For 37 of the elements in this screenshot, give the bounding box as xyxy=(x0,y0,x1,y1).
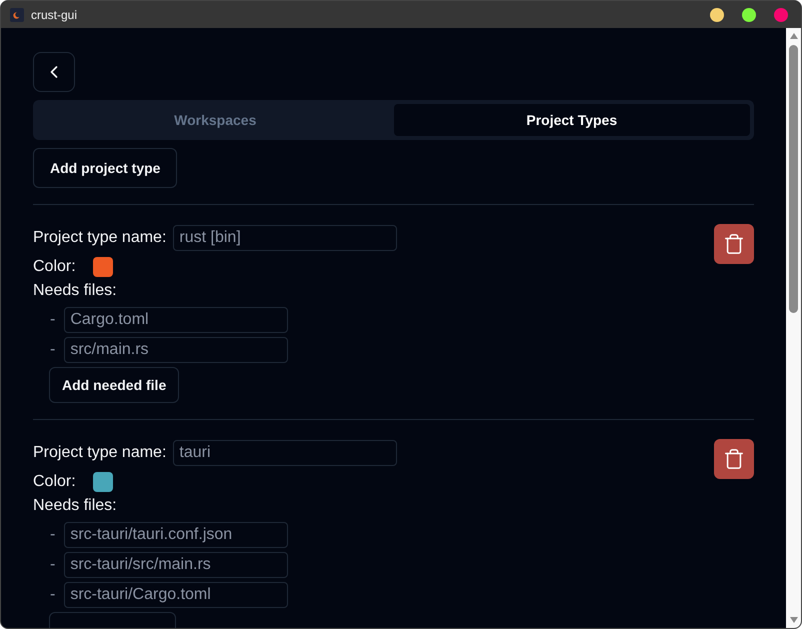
field-label: Project type name: xyxy=(33,228,166,248)
scroll-up-icon[interactable] xyxy=(790,33,798,39)
list-bullet: - xyxy=(50,310,56,330)
add-needed-file-button[interactable]: Add needed file xyxy=(49,367,180,403)
scrollbar[interactable] xyxy=(786,28,801,628)
list-bullet: - xyxy=(50,585,56,605)
trash-icon xyxy=(723,448,745,470)
add-project-type-button[interactable]: Add project type xyxy=(33,148,178,188)
list-bullet: - xyxy=(50,340,56,360)
list-bullet: - xyxy=(50,525,56,545)
field-label: Color: xyxy=(33,257,76,277)
delete-button[interactable] xyxy=(714,439,754,479)
name-input[interactable]: tauri xyxy=(173,440,398,466)
maximize-button[interactable] xyxy=(742,8,756,22)
tab[interactable]: Project Types xyxy=(394,104,750,136)
window-title: crust-gui xyxy=(31,6,78,24)
file-input[interactable]: src-tauri/src/main.rs xyxy=(64,552,288,578)
name-input[interactable]: rust [bin] xyxy=(173,225,398,251)
close-button[interactable] xyxy=(774,8,788,22)
tab[interactable]: Workspaces xyxy=(37,104,394,136)
file-input[interactable]: src-tauri/tauri.conf.json xyxy=(64,522,288,548)
color-swatch[interactable] xyxy=(92,257,113,277)
file-input[interactable]: src/main.rs xyxy=(64,337,288,363)
delete-button[interactable] xyxy=(714,224,754,264)
color-swatch[interactable] xyxy=(92,472,113,492)
scrollbar-thumb[interactable] xyxy=(789,45,798,313)
field-label: Project type name: xyxy=(33,443,166,463)
scroll-down-icon[interactable] xyxy=(790,617,798,623)
list-bullet: - xyxy=(50,555,56,575)
trash-icon xyxy=(723,233,745,255)
minimize-button[interactable] xyxy=(710,8,724,22)
app-logo-icon xyxy=(10,8,24,22)
file-input[interactable]: src-tauri/Cargo.toml xyxy=(64,582,288,608)
field-label: Needs files: xyxy=(33,496,117,516)
file-input[interactable]: Cargo.toml xyxy=(64,307,288,333)
field-label: Needs files: xyxy=(33,281,117,301)
field-label: Color: xyxy=(33,472,76,492)
